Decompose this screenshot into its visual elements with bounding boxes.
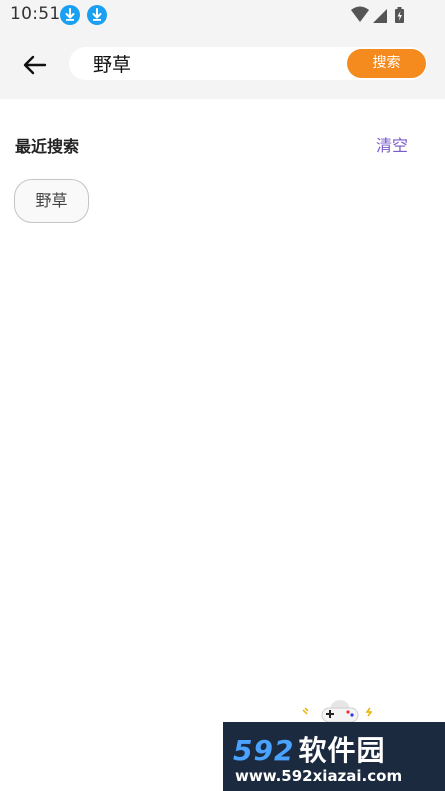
watermark-url: www.592xiazai.com [235,767,403,785]
watermark: 592 软件园 www.592xiazai.com [223,722,445,791]
recent-search-title: 最近搜索 [15,137,80,156]
gamepad-icon [302,700,373,723]
search-button[interactable]: 搜索 [347,49,426,78]
history-chip[interactable]: 野草 [14,179,89,223]
signal-icon [373,9,387,23]
battery-charging-icon [395,7,404,23]
download-icon [60,5,80,25]
clear-history-button[interactable]: 清空 [376,132,408,156]
watermark-text: 软件园 [298,734,386,767]
search-input[interactable] [93,47,343,80]
search-box: 搜索 [69,47,427,80]
watermark-logo: 592 软件园 [233,729,385,769]
status-time: 10:51 [10,4,61,24]
download-icon [87,5,107,25]
back-button[interactable] [18,50,52,80]
wifi-icon [351,6,369,22]
watermark-number: 592 [233,734,295,767]
status-bar: 10:51 [0,0,445,30]
top-area: 10:51 野草 搜索 [0,0,445,99]
search-header: 搜索 [0,30,445,99]
system-status-icons [351,6,404,23]
arrow-left-icon [23,55,47,75]
